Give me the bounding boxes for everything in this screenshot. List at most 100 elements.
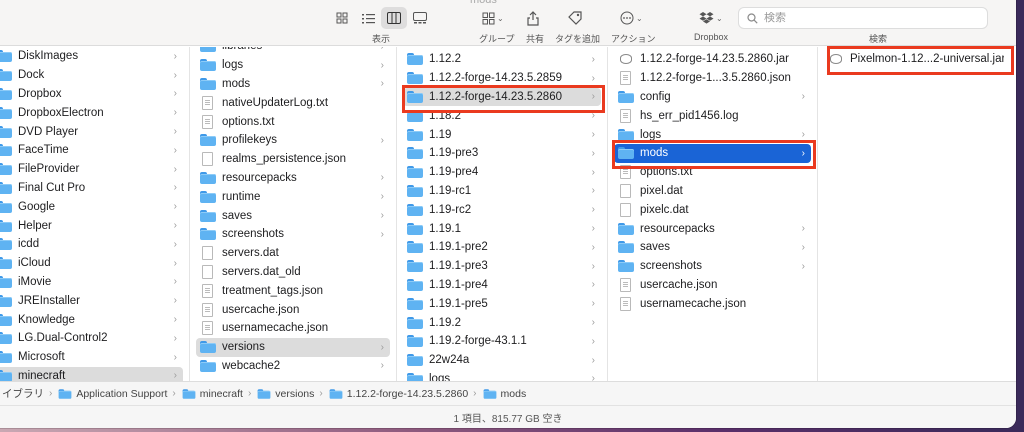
list-item[interactable]: 1.12.2-forge-14.23.5.2859 ›	[403, 69, 601, 88]
list-item[interactable]: mods ›	[196, 75, 390, 94]
list-item[interactable]: Google ›	[0, 197, 183, 216]
list-item[interactable]: 1.19.1 ›	[403, 219, 601, 238]
list-item[interactable]: realms_persistence.json	[196, 150, 390, 169]
list-item[interactable]: FileProvider ›	[0, 160, 183, 179]
list-item[interactable]: 1.19-pre4 ›	[403, 163, 601, 182]
column-view-button[interactable]	[381, 7, 407, 29]
list-item[interactable]: 1.12.2-forge-14.23.5.2860 ›	[403, 87, 601, 107]
list-item[interactable]: usernamecache.json	[196, 319, 390, 338]
list-item[interactable]: 1.12.2 ›	[403, 50, 601, 69]
item-name: treatment_tags.json	[222, 284, 324, 297]
icon-view-button[interactable]	[329, 7, 355, 29]
column-3[interactable]: 1.12.2 › 1.12.2-forge-14.23.5.2859 › 1.12.2-…	[397, 47, 608, 381]
list-item[interactable]: iMovie ›	[0, 273, 183, 292]
breadcrumb-item[interactable]: mods	[482, 388, 526, 400]
list-item[interactable]: saves ›	[196, 206, 390, 225]
list-item[interactable]: libraries›	[196, 47, 390, 56]
list-item[interactable]: screenshots ›	[614, 257, 811, 276]
list-item[interactable]: 1.19-rc2 ›	[403, 200, 601, 219]
list-item[interactable]: runtime ›	[196, 187, 390, 206]
list-item[interactable]: iCloud ›	[0, 254, 183, 273]
breadcrumb-item[interactable]: versions	[256, 388, 314, 400]
list-item[interactable]: hs_err_pid1456.log	[614, 106, 811, 125]
list-item[interactable]: DiskImages ›	[0, 47, 183, 66]
breadcrumb-item[interactable]: minecraft	[181, 388, 243, 400]
list-item[interactable]: webcache2 ›	[196, 357, 390, 376]
list-item[interactable]: 1.19.1-pre4 ›	[403, 276, 601, 295]
list-item[interactable]: 1.19.1-pre3 ›	[403, 257, 601, 276]
list-item[interactable]: LG.Dual-Control2 ›	[0, 329, 183, 348]
list-item[interactable]: profilekeys ›	[196, 131, 390, 150]
list-item[interactable]: servers.dat_old	[196, 263, 390, 282]
list-item[interactable]: 22w24a ›	[403, 351, 601, 370]
list-item[interactable]: Knowledge ›	[0, 310, 183, 329]
list-item[interactable]: saves ›	[614, 238, 811, 257]
list-item[interactable]: resourcepacks ›	[196, 169, 390, 188]
list-item[interactable]: DropboxElectron ›	[0, 103, 183, 122]
list-item[interactable]: logs ›	[403, 370, 601, 381]
list-item[interactable]: nativeUpdaterLog.txt	[196, 93, 390, 112]
file-icon	[202, 152, 213, 167]
breadcrumb-item[interactable]: 1.12.2-forge-14.23.5.2860	[328, 388, 468, 400]
list-item[interactable]: Dock ›	[0, 66, 183, 85]
folder-icon	[200, 209, 216, 222]
column-4[interactable]: 1.12.2-forge-14.23.5.2860.jar 1.12.2-forg…	[608, 47, 818, 381]
action-button[interactable]: ⌄	[620, 7, 643, 29]
folder-icon	[618, 222, 634, 235]
list-item[interactable]: minecraft ›	[0, 366, 183, 381]
breadcrumb-item[interactable]: Application Support	[57, 388, 167, 400]
list-item[interactable]: screenshots ›	[196, 225, 390, 244]
list-item[interactable]: options.txt	[614, 163, 811, 182]
search-input[interactable]	[764, 12, 964, 24]
list-item[interactable]: 1.19-pre3 ›	[403, 144, 601, 163]
list-item[interactable]: 1.18.2 ›	[403, 106, 601, 125]
list-item[interactable]: Final Cut Pro ›	[0, 179, 183, 198]
list-item[interactable]: usernamecache.json	[614, 294, 811, 313]
tag-button[interactable]	[568, 7, 582, 29]
search-field[interactable]	[738, 7, 988, 29]
column-1[interactable]: DiskImages › Dock › Dropbox › DropboxElectron ›…	[0, 47, 190, 381]
list-item[interactable]: Dropbox ›	[0, 85, 183, 104]
folder-icon	[0, 87, 12, 100]
list-item[interactable]: usercache.json	[614, 276, 811, 295]
column-5[interactable]: Pixelmon-1.12...2-universal.jar	[818, 47, 1016, 381]
list-item[interactable]: 1.19.2 ›	[403, 313, 601, 332]
list-item[interactable]: 1.19 ›	[403, 125, 601, 144]
list-item[interactable]: config ›	[614, 88, 811, 107]
list-item[interactable]: servers.dat	[196, 244, 390, 263]
list-item[interactable]: 1.19.1-pre5 ›	[403, 294, 601, 313]
list-item[interactable]: 1.12.2-forge-14.23.5.2860.jar	[614, 50, 811, 69]
share-button[interactable]	[527, 7, 539, 29]
list-item[interactable]: Microsoft ›	[0, 348, 183, 367]
dropbox-button[interactable]: ⌄	[699, 7, 723, 29]
list-item[interactable]: versions ›	[196, 337, 390, 357]
item-name: Knowledge	[18, 313, 75, 326]
list-item[interactable]: pixel.dat	[614, 182, 811, 201]
list-item[interactable]: 1.19.1-pre2 ›	[403, 238, 601, 257]
search-label: 検索	[869, 34, 888, 44]
list-view-button[interactable]	[355, 7, 381, 29]
list-item[interactable]: logs ›	[196, 56, 390, 75]
list-item[interactable]: mods ›	[614, 143, 811, 163]
list-item[interactable]: logs ›	[614, 125, 811, 144]
list-item[interactable]: usercache.json	[196, 300, 390, 319]
list-item[interactable]: JREInstaller ›	[0, 291, 183, 310]
list-item[interactable]: 1.19-rc1 ›	[403, 182, 601, 201]
list-item[interactable]: FaceTime ›	[0, 141, 183, 160]
list-item[interactable]: Pixelmon-1.12...2-universal.jar	[824, 50, 1010, 69]
group-button[interactable]: ⌄	[482, 7, 504, 29]
chevron-down-icon: ⌄	[497, 13, 504, 23]
list-item[interactable]: 1.19.2-forge-43.1.1 ›	[403, 332, 601, 351]
list-item[interactable]: resourcepacks ›	[614, 219, 811, 238]
chevron-right-icon: ›	[173, 201, 177, 213]
list-item[interactable]: 1.12.2-forge-1...3.5.2860.json	[614, 69, 811, 88]
list-item[interactable]: icdd ›	[0, 235, 183, 254]
breadcrumb-item[interactable]: イブラリ	[2, 386, 44, 401]
list-item[interactable]: options.txt	[196, 112, 390, 131]
gallery-view-button[interactable]	[407, 7, 433, 29]
list-item[interactable]: pixelc.dat	[614, 200, 811, 219]
list-item[interactable]: DVD Player ›	[0, 122, 183, 141]
column-2[interactable]: libraries›logs›mods›nativeUpdaterLog.txt…	[190, 47, 397, 381]
list-item[interactable]: Helper ›	[0, 216, 183, 235]
list-item[interactable]: treatment_tags.json	[196, 281, 390, 300]
